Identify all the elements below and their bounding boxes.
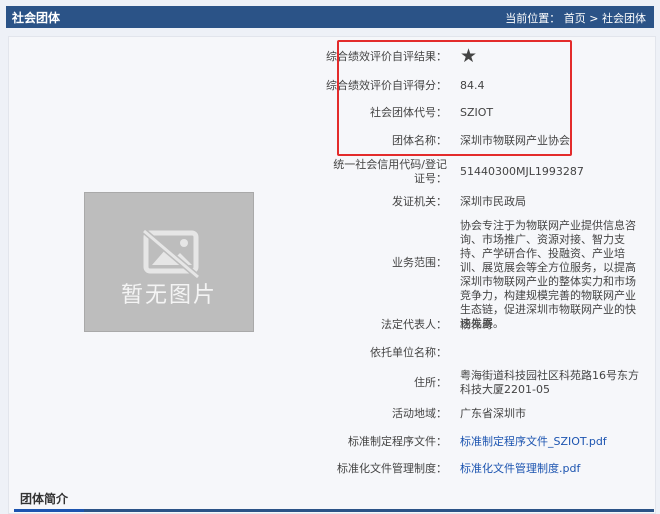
field-value: 协会专注于为物联网产业提供信息咨询、市场推广、资源对接、智力支持、产学研合作、投…: [460, 219, 636, 330]
field-value: 杨伟奇: [460, 318, 493, 331]
breadcrumb: 当前位置： 首页 > 社会团体: [505, 10, 646, 26]
breadcrumb-current-link[interactable]: 社会团体: [602, 12, 646, 25]
field-label: 标准制定程序文件：: [348, 435, 447, 448]
field-value: 粤海街道科技园社区科苑路16号东方科技大厦2201-05: [460, 369, 639, 396]
field-value: 标准化文件管理制度.pdf: [460, 462, 650, 476]
field-value: 深圳市民政局: [460, 195, 526, 208]
highlight-box: [337, 40, 572, 156]
field-label: 标准化文件管理制度：: [337, 462, 447, 475]
field-value: 51440300MJL1993287: [460, 165, 584, 178]
breadcrumb-home-link[interactable]: 首页: [564, 12, 586, 25]
intro-section-title: 团体简介: [20, 492, 69, 506]
field-label: 住所：: [414, 376, 447, 389]
intro-divider-accent: [14, 509, 84, 512]
breadcrumb-prefix: 当前位置：: [505, 12, 561, 25]
field-label: 活动地域：: [392, 407, 447, 420]
no-image-text: 暂无图片: [120, 283, 217, 308]
image-placeholder: 暂无图片: [84, 192, 254, 332]
page-title: 社会团体: [12, 11, 61, 25]
field-label: 业务范围：: [392, 256, 447, 269]
field-label: 依托单位名称：: [370, 346, 447, 359]
page-header: 社会团体 当前位置： 首页 > 社会团体: [6, 6, 654, 28]
intro-divider: [14, 509, 654, 512]
standardization-management-pdf-link[interactable]: 标准化文件管理制度.pdf: [460, 462, 580, 475]
field-label: 发证机关：: [392, 195, 447, 208]
no-image-icon: [142, 229, 200, 279]
field-label: 法定代表人：: [381, 318, 447, 331]
standard-procedure-pdf-link[interactable]: 标准制定程序文件_SZIOT.pdf: [460, 435, 607, 448]
field-label: 统一社会信用代码/登记证号：: [333, 158, 447, 185]
field-value: 标准制定程序文件_SZIOT.pdf: [460, 435, 650, 449]
breadcrumb-separator: >: [589, 12, 599, 25]
field-value: 广东省深圳市: [460, 407, 526, 420]
